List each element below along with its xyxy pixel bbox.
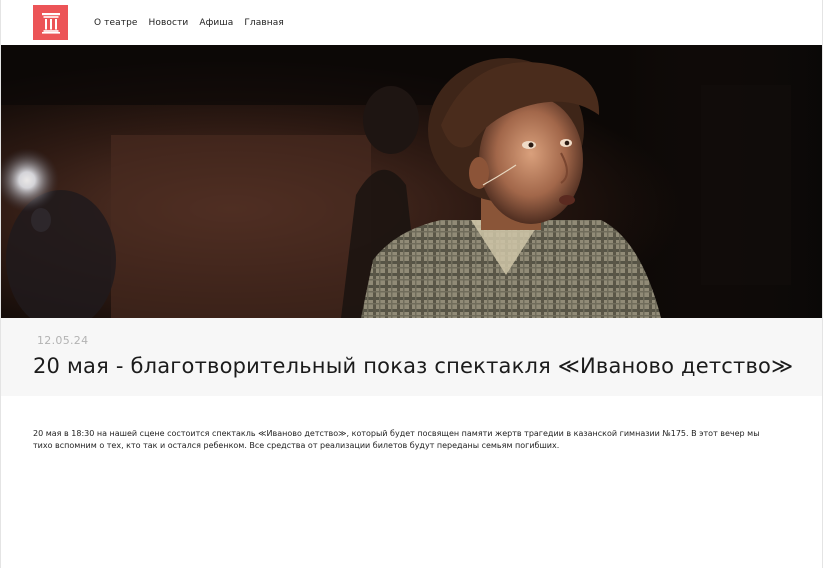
nav-link-about[interactable]: О театре <box>94 18 138 28</box>
page: О театре Новости Афиша Главная 12.05.24 … <box>0 0 823 568</box>
site-header: О театре Новости Афиша Главная <box>1 0 822 45</box>
article-title: 20 мая - благотворительный показ спектак… <box>33 354 794 378</box>
article-body: 20 мая в 18:30 на нашей сцене состоится … <box>33 429 760 450</box>
article-header: 12.05.24 20 мая - благотворительный пока… <box>1 318 822 396</box>
nav-link-playbill[interactable]: Афиша <box>199 18 233 28</box>
nav-link-home[interactable]: Главная <box>244 18 284 28</box>
nav-link-news[interactable]: Новости <box>149 18 189 28</box>
logo[interactable] <box>33 5 68 40</box>
theatre-column-icon <box>41 12 61 34</box>
article-date: 12.05.24 <box>37 334 89 347</box>
hero-image <box>1 45 822 318</box>
main-nav: О театре Новости Афиша Главная <box>94 18 284 28</box>
